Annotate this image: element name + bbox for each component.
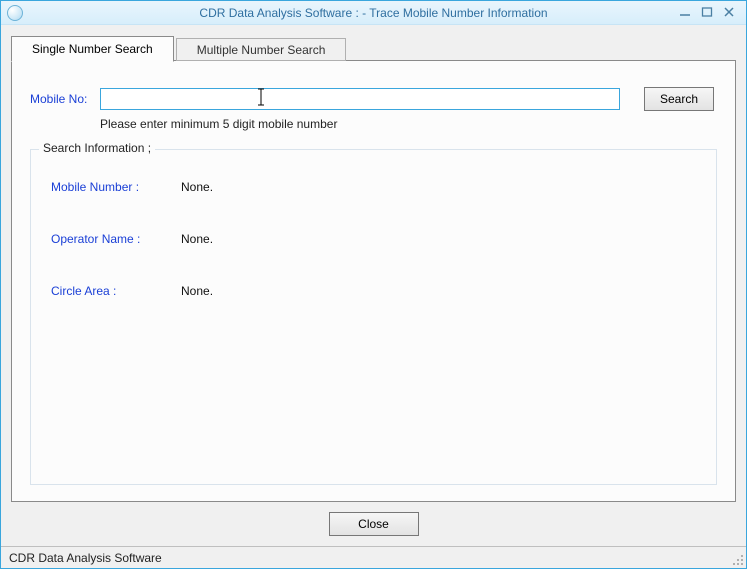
tab-label: Multiple Number Search <box>197 43 326 57</box>
app-icon <box>7 5 23 21</box>
tab-header: Single Number Search Multiple Number Sea… <box>11 35 736 61</box>
resize-grip-icon[interactable] <box>730 552 744 566</box>
info-label: Mobile Number : <box>51 180 181 194</box>
statusbar-text: CDR Data Analysis Software <box>9 551 162 565</box>
tab-multiple-number-search[interactable]: Multiple Number Search <box>176 38 347 61</box>
statusbar: CDR Data Analysis Software <box>1 546 746 568</box>
mobile-no-hint: Please enter minimum 5 digit mobile numb… <box>100 117 717 131</box>
app-window: CDR Data Analysis Software : - Trace Mob… <box>0 0 747 569</box>
search-row: Mobile No: Search <box>30 87 717 111</box>
tab-single-number-search[interactable]: Single Number Search <box>11 36 174 62</box>
close-button-label: Close <box>358 517 389 531</box>
body-area: Single Number Search Multiple Number Sea… <box>1 25 746 546</box>
info-row-operator-name: Operator Name : None. <box>51 232 696 246</box>
info-label: Operator Name : <box>51 232 181 246</box>
tab-label: Single Number Search <box>32 42 153 56</box>
window-title: CDR Data Analysis Software : - Trace Mob… <box>1 6 746 20</box>
footer-button-row: Close <box>11 502 736 542</box>
search-information-group: Search Information ; Mobile Number : Non… <box>30 149 717 485</box>
info-row-circle-area: Circle Area : None. <box>51 284 696 298</box>
info-label: Circle Area : <box>51 284 181 298</box>
mobile-no-label: Mobile No: <box>30 92 90 106</box>
search-button-label: Search <box>660 92 698 106</box>
minimize-button[interactable] <box>678 6 692 20</box>
titlebar: CDR Data Analysis Software : - Trace Mob… <box>1 1 746 25</box>
info-row-mobile-number: Mobile Number : None. <box>51 180 696 194</box>
group-title: Search Information ; <box>39 141 155 155</box>
info-value: None. <box>181 232 213 246</box>
close-window-button[interactable] <box>722 6 736 20</box>
mobile-no-input[interactable] <box>100 88 620 110</box>
maximize-button[interactable] <box>700 6 714 20</box>
info-value: None. <box>181 284 213 298</box>
tab-panel: Mobile No: Search Please enter minimum 5… <box>11 60 736 502</box>
info-value: None. <box>181 180 213 194</box>
window-controls <box>678 6 746 20</box>
search-button[interactable]: Search <box>644 87 714 111</box>
close-button[interactable]: Close <box>329 512 419 536</box>
